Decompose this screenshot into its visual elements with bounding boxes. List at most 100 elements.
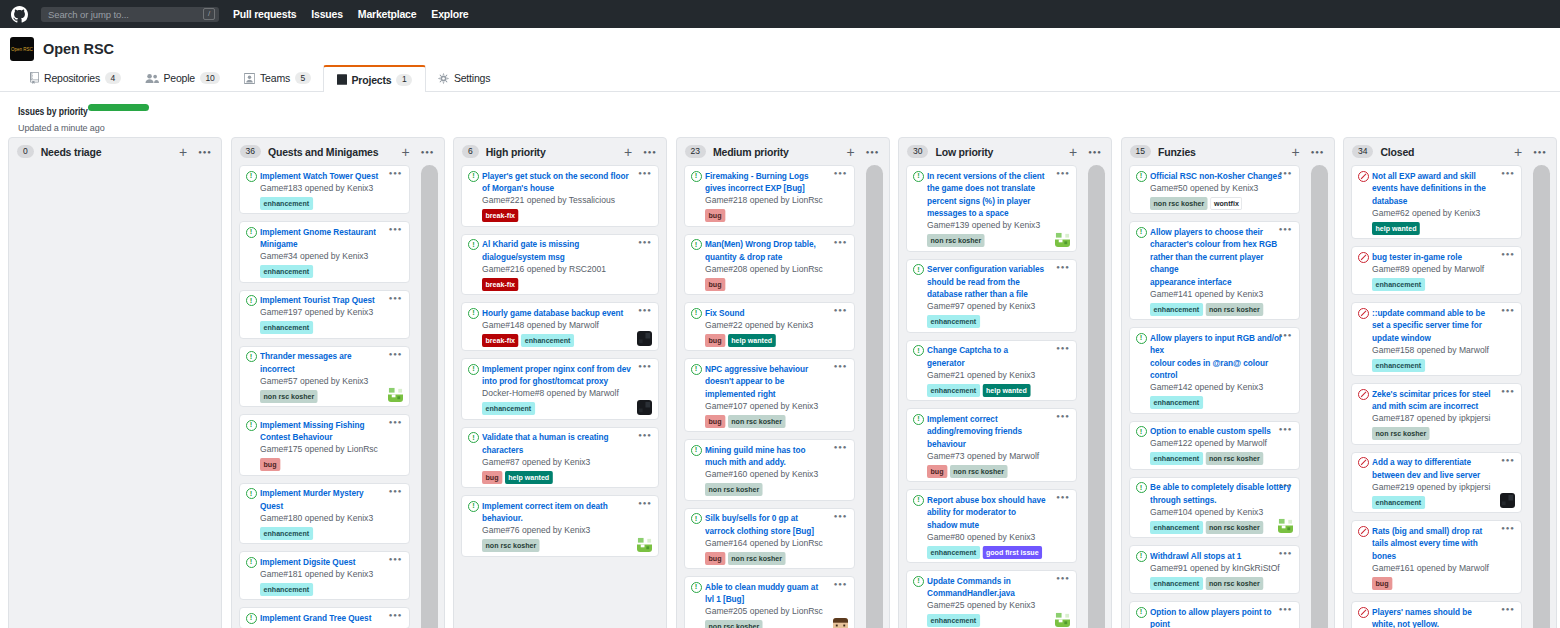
issue-card[interactable]: ●●●!Implement Missing Fishing Contest Be… xyxy=(239,414,410,476)
green-pixel-avatar[interactable] xyxy=(1055,232,1070,247)
issue-title[interactable]: bug tester in-game role xyxy=(1372,251,1514,264)
issue-title[interactable]: Implement Missing Fishing Contest Behavi… xyxy=(260,419,402,444)
column-menu-icon[interactable]: ●●● xyxy=(866,149,880,155)
issue-card[interactable]: ●●●!Thrander messages are incorrectGame#… xyxy=(239,346,410,408)
issue-title[interactable]: In recent versions of the client the gam… xyxy=(927,170,1069,220)
issue-card[interactable]: ●●●!Be able to completely disable lotter… xyxy=(1129,477,1300,539)
issue-card[interactable]: ●●●!Report abuse box should have ability… xyxy=(906,489,1077,563)
nav-explore[interactable]: Explore xyxy=(431,8,468,20)
column-menu-icon[interactable]: ●●● xyxy=(1088,149,1102,155)
issue-title[interactable]: Implement Gnome Restaurant Minigame xyxy=(260,226,402,251)
issue-title[interactable]: Change Captcha to a generator xyxy=(927,344,1069,369)
add-card-icon[interactable]: + xyxy=(1291,145,1299,159)
issue-title[interactable]: Allow players to input RGB and/or hex co… xyxy=(1150,332,1292,382)
issue-title[interactable]: Validate that a human is creating charac… xyxy=(482,431,651,456)
face-avatar[interactable] xyxy=(833,618,848,628)
issue-card[interactable]: ●●●!Man(Men) Wrong Drop table, quantity … xyxy=(684,234,855,296)
add-card-icon[interactable]: + xyxy=(1069,145,1077,159)
issue-title[interactable]: Thrander messages are incorrect xyxy=(260,350,402,375)
issue-card[interactable]: ●●●!Implement Watch Tower QuestGame#183 … xyxy=(239,165,410,214)
issue-title[interactable]: Official RSC non-Kosher Changes xyxy=(1150,170,1292,183)
add-card-icon[interactable]: + xyxy=(1514,145,1522,159)
column-scrollbar[interactable] xyxy=(1088,165,1105,628)
column-scrollbar[interactable] xyxy=(421,165,438,628)
add-card-icon[interactable]: + xyxy=(179,145,187,159)
issue-title[interactable]: Withdrawl All stops at 1 xyxy=(1150,550,1292,563)
issue-card[interactable]: ●●●!Validate that a human is creating ch… xyxy=(461,427,659,489)
issue-card[interactable]: ●●●!Able to clean muddy guam at lvl 1 [B… xyxy=(684,576,855,628)
issue-card[interactable]: ●●●!In recent versions of the client the… xyxy=(906,165,1077,252)
issue-card[interactable]: ●●●!Implement correct adding/removing fr… xyxy=(906,408,1077,482)
issue-title[interactable]: Implement correct item on death behaviou… xyxy=(482,500,651,525)
issue-card[interactable]: ●●●!Implement correct item on death beha… xyxy=(461,495,659,557)
issue-title[interactable]: Be able to completely disable lottery th… xyxy=(1150,481,1292,506)
issue-card[interactable]: ●●●!Server configuration variables shoul… xyxy=(906,259,1077,333)
column-menu-icon[interactable]: ●●● xyxy=(643,149,657,155)
column-scrollbar[interactable] xyxy=(1311,165,1328,628)
tab-repositories[interactable]: Repositories4 xyxy=(18,65,133,91)
issue-card[interactable]: ●●●!Al Kharid gate is missing dialogue/s… xyxy=(461,234,659,296)
issue-card[interactable]: ●●●!Fix SoundGame#22 opened by Kenix3bug… xyxy=(684,302,855,351)
issue-title[interactable]: Rats (big and small) drop rat tails almo… xyxy=(1372,525,1514,563)
issue-title[interactable]: Zeke's scimitar prices for steel and mit… xyxy=(1372,388,1514,413)
issue-title[interactable]: Implement Murder Mystery Quest xyxy=(260,487,402,512)
issue-title[interactable]: Option to enable custom spells xyxy=(1150,425,1292,438)
issue-title[interactable]: Implement Watch Tower Quest xyxy=(260,170,402,183)
issue-title[interactable]: Option to allow players point to point t… xyxy=(1150,606,1292,628)
issue-title[interactable]: Al Kharid gate is missing dialogue/syste… xyxy=(482,238,651,263)
issue-title[interactable]: Server configuration variables should be… xyxy=(927,263,1069,301)
issue-title[interactable]: Able to clean muddy guam at lvl 1 [Bug] xyxy=(705,581,847,606)
column-menu-icon[interactable]: ●●● xyxy=(1311,149,1325,155)
column-scrollbar[interactable] xyxy=(866,165,883,628)
project-title[interactable]: Issues by priority xyxy=(18,105,88,117)
dark-avatar[interactable] xyxy=(1500,493,1515,508)
search-input[interactable]: Search or jump to... / xyxy=(41,7,219,22)
issue-title[interactable]: Mining guild mine has too much mith and … xyxy=(705,444,847,469)
issue-card[interactable]: ●●●!Mining guild mine has too much mith … xyxy=(684,439,855,501)
issue-card[interactable]: ●●●bug tester in-game roleGame#89 opened… xyxy=(1351,246,1522,295)
issue-card[interactable]: ●●●!Official RSC non-Kosher ChangesGame#… xyxy=(1129,165,1300,214)
issue-card[interactable]: ●●●!Implement Digsite QuestGame#181 open… xyxy=(239,551,410,600)
issue-title[interactable]: Update Commands in CommandHandler.java xyxy=(927,575,1069,600)
add-card-icon[interactable]: + xyxy=(846,145,854,159)
issue-title[interactable]: Silk buy/sells for 0 gp at varrock cloth… xyxy=(705,512,847,537)
column-menu-icon[interactable]: ●●● xyxy=(198,149,212,155)
issue-card[interactable]: ●●●!Withdrawl All stops at 1Game#91 open… xyxy=(1129,545,1300,594)
nav-issues[interactable]: Issues xyxy=(311,8,343,20)
issue-card[interactable]: ●●●!Allow players to input RGB and/or he… xyxy=(1129,327,1300,414)
issue-card[interactable]: ●●●!Silk buy/sells for 0 gp at varrock c… xyxy=(684,508,855,570)
dark-avatar[interactable] xyxy=(637,331,652,346)
column-menu-icon[interactable]: ●●● xyxy=(1533,149,1547,155)
issue-title[interactable]: Man(Men) Wrong Drop table, quantity & dr… xyxy=(705,238,847,263)
issue-title[interactable]: NPC aggressive behaviour doesn't appear … xyxy=(705,363,847,401)
nav-marketplace[interactable]: Marketplace xyxy=(358,8,417,20)
green-pixel-avatar[interactable] xyxy=(637,537,652,552)
issue-card[interactable]: ●●●!Option to allow players point to poi… xyxy=(1129,601,1300,628)
issue-title[interactable]: Report abuse box should have ability for… xyxy=(927,494,1069,532)
issue-card[interactable]: ●●●Zeke's scimitar prices for steel and … xyxy=(1351,383,1522,445)
issue-title[interactable]: Add a way to differentiate between dev a… xyxy=(1372,456,1514,481)
issue-card[interactable]: ●●●Players' names should be white, not y… xyxy=(1351,601,1522,628)
tab-teams[interactable]: Teams5 xyxy=(232,65,322,91)
issue-card[interactable]: ●●●Add a way to differentiate between de… xyxy=(1351,452,1522,514)
issue-card[interactable]: ●●●!Allow players to choose their charac… xyxy=(1129,221,1300,320)
tab-settings[interactable]: Settings xyxy=(426,65,502,91)
nav-pull-requests[interactable]: Pull requests xyxy=(233,8,296,20)
issue-title[interactable]: Not all EXP award and skill events have … xyxy=(1372,170,1514,208)
issue-card[interactable]: ●●●!Implement Grand Tree Quest xyxy=(239,607,410,628)
issue-title[interactable]: Players' names should be white, not yell… xyxy=(1372,606,1514,628)
issue-card[interactable]: ●●●!Option to enable custom spellsGame#1… xyxy=(1129,421,1300,470)
issue-card[interactable]: ●●●!Implement Murder Mystery QuestGame#1… xyxy=(239,483,410,545)
issue-card[interactable]: ●●●!Update Commands in CommandHandler.ja… xyxy=(906,570,1077,628)
issue-title[interactable]: ::update command able to be set a specif… xyxy=(1372,307,1514,345)
issue-title[interactable]: Firemaking - Burning Logs gives incorrec… xyxy=(705,170,847,195)
github-logo-icon[interactable] xyxy=(11,6,28,23)
issue-title[interactable]: Implement proper nginx conf from dev int… xyxy=(482,363,651,388)
green-pixel-avatar[interactable] xyxy=(1055,612,1070,627)
green-pixel-avatar[interactable] xyxy=(388,387,403,402)
issue-title[interactable]: Implement Grand Tree Quest xyxy=(260,612,402,625)
issue-card[interactable]: ●●●!Implement proper nginx conf from dev… xyxy=(461,358,659,420)
issue-card[interactable]: ●●●!Change Captcha to a generatorGame#21… xyxy=(906,340,1077,402)
add-card-icon[interactable]: + xyxy=(401,145,409,159)
issue-card[interactable]: ●●●!Firemaking - Burning Logs gives inco… xyxy=(684,165,855,227)
